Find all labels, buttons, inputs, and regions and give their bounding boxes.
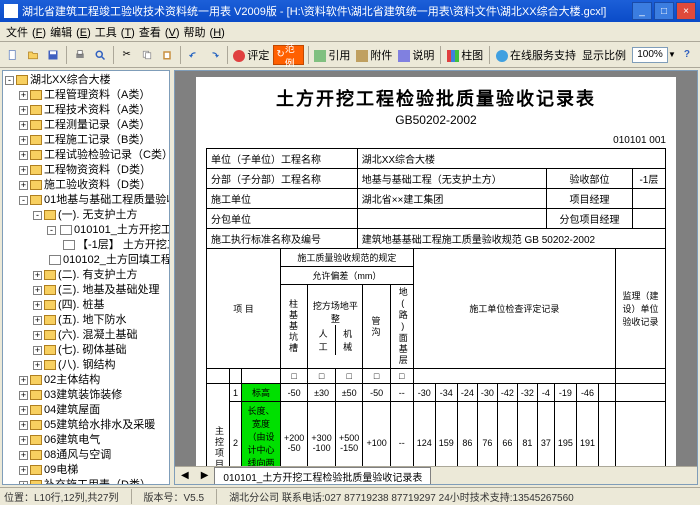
app-icon: [4, 4, 18, 18]
fanli-button[interactable]: ↻范例: [273, 45, 303, 65]
tree-item[interactable]: +(四). 桩基: [33, 298, 169, 313]
tree-item[interactable]: +03建筑装饰装修: [19, 388, 169, 403]
toolbar: ✂ 评定 ↻范例 引用 附件 说明 柱图 在线服务支持 显示比例 ▼ ?: [0, 42, 700, 68]
new-icon[interactable]: [4, 45, 22, 65]
tree-item[interactable]: +(八). 钢结构: [33, 358, 169, 373]
open-icon[interactable]: [24, 45, 42, 65]
pingding-button[interactable]: 评定: [231, 47, 271, 63]
tree-item[interactable]: +(六). 混凝土基础: [33, 328, 169, 343]
shuoming-button[interactable]: 说明: [396, 47, 436, 63]
form-sheet: 土方开挖工程检验批质量验收记录表 GB50202-2002 010101 001…: [196, 77, 676, 485]
data-row[interactable]: 3边坡 设计要求符合设计要求: [207, 485, 666, 486]
zoom-label: 显示比例: [580, 47, 628, 63]
tree-item[interactable]: +06建筑电气: [19, 433, 169, 448]
tree-item[interactable]: -(一). 无支护土方 -010101_土方开挖工程检验… 【-1层】 土方开挖…: [33, 208, 169, 268]
fujian-button[interactable]: 附件: [354, 47, 394, 63]
tab-prev-icon[interactable]: ◀: [175, 470, 195, 481]
tree-item[interactable]: +工程物资资料（D类）: [19, 163, 169, 178]
tree-item[interactable]: +工程技术资料（A类）: [19, 103, 169, 118]
yinyong-button[interactable]: 引用: [312, 47, 352, 63]
tree-item[interactable]: +工程试验检验记录（C类）: [19, 148, 169, 163]
data-row[interactable]: 主控项目 1标高 -50±30±50-50-- -30-34-24-30-42-…: [207, 384, 666, 402]
status-position: 位置：L10行,12列,共27列: [4, 489, 132, 504]
copy-icon[interactable]: [138, 45, 156, 65]
tree-item[interactable]: +(三). 地基及基础处理: [33, 283, 169, 298]
tree-item[interactable]: -01地基与基础工程质量验收用表 -(一). 无支护土方 -010101_土方开…: [19, 193, 169, 373]
form-title: 土方开挖工程检验批质量验收记录表: [206, 85, 666, 111]
sheet-tab[interactable]: 010101_土方开挖工程检验批质量验收记录表: [214, 467, 431, 485]
online-support-button[interactable]: 在线服务支持: [494, 47, 578, 63]
tree-root[interactable]: -湖北XX综合大楼 +工程管理资料（A类） +工程技术资料（A类） +工程测量记…: [5, 73, 169, 485]
preview-icon[interactable]: [91, 45, 109, 65]
tab-next-icon[interactable]: ▶: [195, 470, 215, 481]
print-icon[interactable]: [71, 45, 89, 65]
tree-item[interactable]: 010102_土方回填工程检验…: [47, 253, 169, 268]
document-area[interactable]: 土方开挖工程检验批质量验收记录表 GB50202-2002 010101 001…: [174, 70, 698, 485]
minimize-button[interactable]: _: [632, 2, 652, 20]
zhutu-button[interactable]: 柱图: [445, 47, 485, 63]
tree-item[interactable]: -010101_土方开挖工程检验… 【-1层】 土方开挖工程…: [47, 223, 169, 253]
data-table: 项 目 施工质量验收规范的规定 施工单位检查评定记录 监理（建设）单位验收记录 …: [206, 248, 666, 485]
menu-edit[interactable]: 编辑(E): [50, 24, 91, 40]
form-subtitle: GB50202-2002: [206, 113, 666, 127]
tree-item[interactable]: +(五). 地下防水: [33, 313, 169, 328]
paste-icon[interactable]: [158, 45, 176, 65]
menu-bar: 文件(F) 编辑(E) 工具(T) 查看(V) 帮助(H): [0, 22, 700, 42]
status-contact: 湖北分公司 联系电话:027 87719238 87719297 24小时技术支…: [229, 489, 586, 504]
tree-leaf[interactable]: 【-1层】 土方开挖工程…: [61, 238, 169, 253]
menu-help[interactable]: 帮助(H): [184, 24, 225, 40]
tree-item[interactable]: +工程管理资料（A类）: [19, 88, 169, 103]
tree-item[interactable]: +工程施工记录（B类）: [19, 133, 169, 148]
menu-file[interactable]: 文件(F): [6, 24, 46, 40]
tree-item[interactable]: +02主体结构: [19, 373, 169, 388]
title-bar: 湖北省建筑工程竣工验收技术资料统一用表 V2009版 - [H:\资料软件\湖北…: [0, 0, 700, 22]
cell-project[interactable]: 湖北XX综合大楼: [357, 149, 665, 169]
tree-item[interactable]: +施工验收资料（D类）: [19, 178, 169, 193]
document-tabs: ◀ ▶ 010101_土方开挖工程检验批质量验收记录表: [175, 466, 697, 484]
tree-item[interactable]: +(七). 砌体基础: [33, 343, 169, 358]
tree-item[interactable]: +04建筑屋面: [19, 403, 169, 418]
menu-view[interactable]: 查看(V): [139, 24, 180, 40]
tree-panel[interactable]: -湖北XX综合大楼 +工程管理资料（A类） +工程技术资料（A类） +工程测量记…: [2, 70, 170, 485]
cut-icon[interactable]: ✂: [118, 45, 136, 65]
status-bar: 位置：L10行,12列,共27列 版本号：V5.5 湖北分公司 联系电话:027…: [0, 487, 700, 505]
info-table: 单位（子单位）工程名称湖北XX综合大楼 分部（子分部）工程名称地基与基础工程（无…: [206, 148, 666, 249]
zoom-control[interactable]: ▼: [632, 47, 676, 63]
close-button[interactable]: ×: [676, 2, 696, 20]
window-controls: _ □ ×: [632, 2, 696, 20]
form-code: 010101 001: [206, 135, 666, 146]
undo-icon[interactable]: [185, 45, 203, 65]
help-icon[interactable]: ?: [678, 45, 696, 65]
tree-item[interactable]: +工程测量记录（A类）: [19, 118, 169, 133]
zoom-input[interactable]: [632, 47, 668, 63]
maximize-button[interactable]: □: [654, 2, 674, 20]
tree-item[interactable]: +09电梯: [19, 463, 169, 478]
save-icon[interactable]: [44, 45, 62, 65]
tree-item[interactable]: +补充施工用表（D类）: [19, 478, 169, 485]
window-title: 湖北省建筑工程竣工验收技术资料统一用表 V2009版 - [H:\资料软件\湖北…: [22, 3, 632, 19]
status-version: 版本号：V5.5: [144, 489, 218, 504]
tree-item[interactable]: +08通风与空调: [19, 448, 169, 463]
redo-icon[interactable]: [205, 45, 223, 65]
tree-item[interactable]: +05建筑给水排水及采暖: [19, 418, 169, 433]
menu-tools[interactable]: 工具(T): [95, 24, 135, 40]
tree-item[interactable]: +(二). 有支护土方: [33, 268, 169, 283]
